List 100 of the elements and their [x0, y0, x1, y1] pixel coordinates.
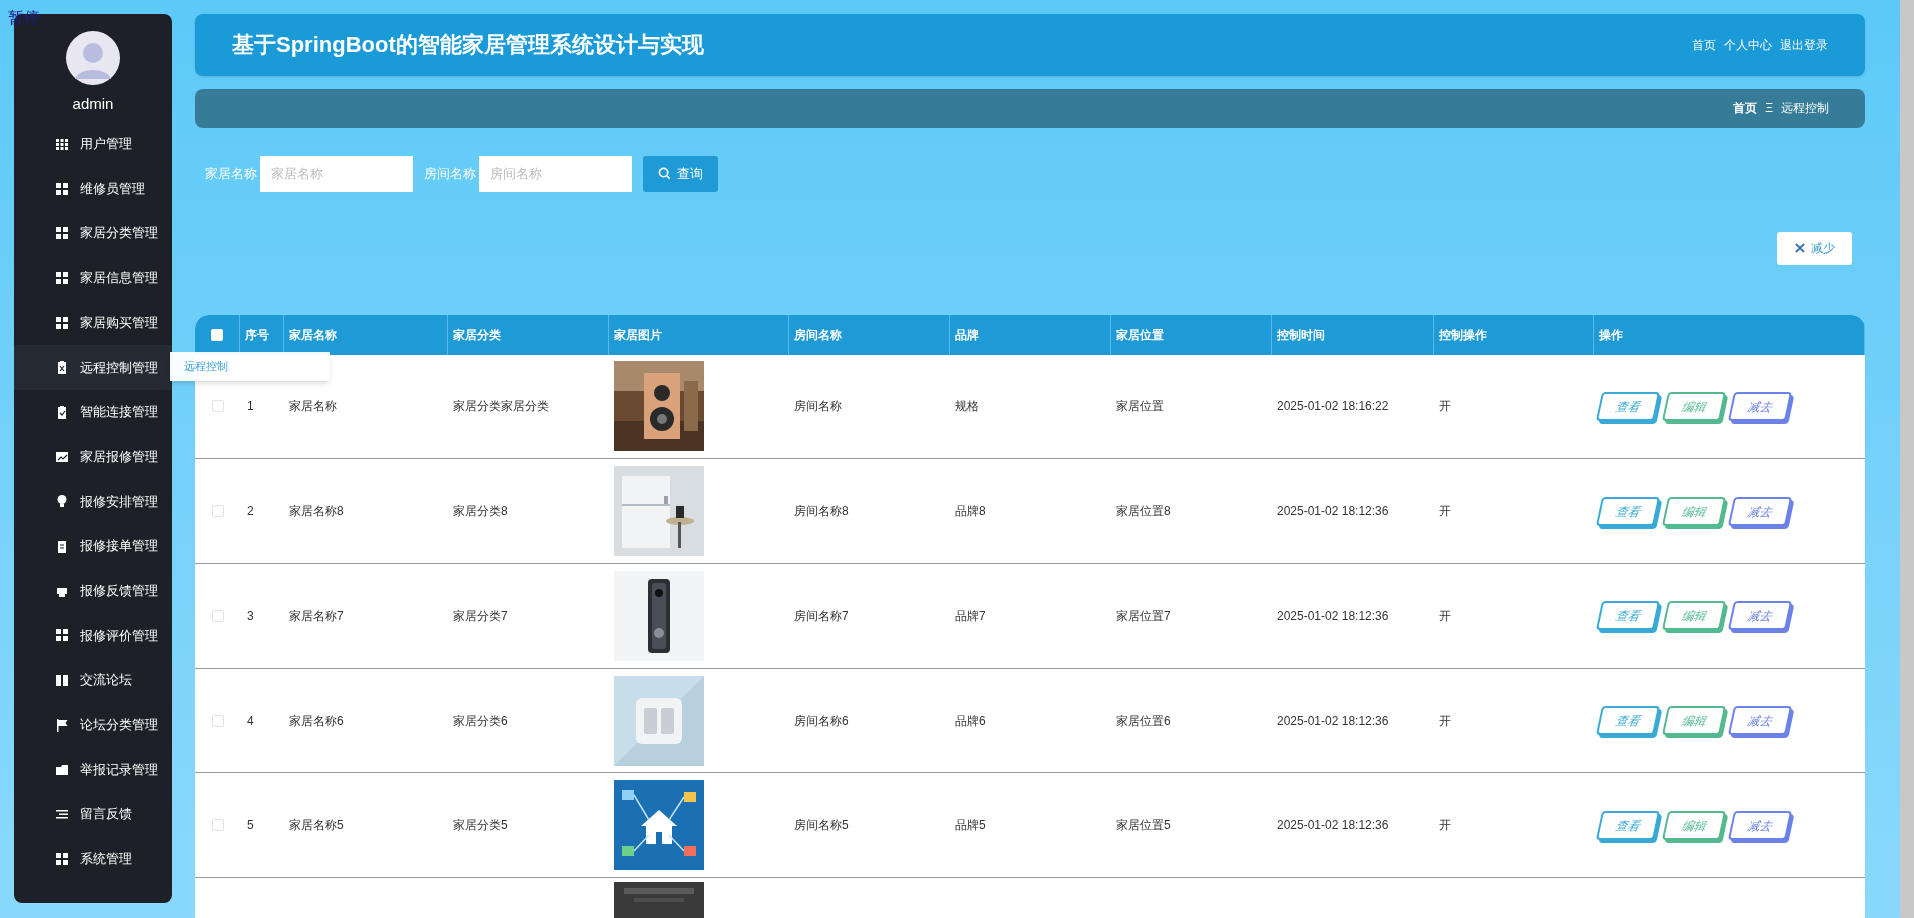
delete-button[interactable]: 减去 — [1727, 810, 1793, 840]
sidebar-item[interactable]: 家居信息管理 — [14, 255, 172, 301]
scrollbar[interactable] — [1900, 0, 1914, 918]
search-field[interactable]: 房间名称 — [479, 155, 632, 192]
sidebar-item-label: 维修员管理 — [80, 179, 145, 198]
checkbox[interactable] — [211, 819, 224, 832]
table-cell-text: 家居分类7 — [453, 607, 508, 625]
grid-icon — [54, 180, 70, 197]
book-icon — [54, 672, 70, 689]
edit-button[interactable]: 编辑 — [1661, 810, 1727, 840]
delete-button[interactable]: 减去 — [1727, 391, 1793, 421]
view-button[interactable]: 查看 — [1595, 601, 1661, 631]
table-cell-text: 品牌8 — [955, 503, 986, 521]
sidebar-item[interactable]: 报修评价管理 — [14, 613, 172, 658]
sidebar-item[interactable]: 报修安排管理 — [14, 479, 172, 524]
table-cell-text: 2025-01-02 18:12:36 — [1277, 712, 1389, 730]
column-header: 家居位置 — [1111, 314, 1272, 355]
table-cell-text: 家居分类家居分类 — [453, 398, 549, 416]
sidebar-item[interactable]: 家居报修管理 — [14, 434, 172, 479]
sidebar-item[interactable]: 留言反馈 — [14, 791, 172, 837]
table-cell-text: 开 — [1439, 503, 1451, 521]
table-cell-text: 2025-01-02 18:12:36 — [1277, 607, 1389, 625]
breadcrumb-separator: Ξ — [1765, 100, 1773, 118]
header-link[interactable]: 退出登录 — [1780, 35, 1828, 54]
table-cell-text: 家居位置7 — [1116, 607, 1171, 625]
app-title: 基于SpringBoot的智能家居管理系统设计与实现 — [232, 31, 704, 60]
header-link[interactable]: 首页 — [1692, 35, 1716, 54]
grid-icon — [54, 269, 70, 286]
table-cell-text: 房间名称 — [794, 398, 842, 416]
table-cell-text: 房间名称7 — [794, 607, 849, 625]
view-button[interactable]: 查看 — [1595, 391, 1661, 421]
header-link[interactable]: 个人中心 — [1724, 35, 1772, 54]
breadcrumb-link[interactable]: 首页 — [1733, 99, 1758, 118]
sidebar-item-label: 举报记录管理 — [80, 760, 158, 779]
row-number: 4 — [246, 712, 254, 730]
column-header: 品牌 — [950, 314, 1111, 355]
sidebar-item[interactable]: 家居分类管理 — [14, 210, 172, 256]
view-button[interactable]: 查看 — [1595, 706, 1661, 736]
sidebar-item-label: 远程控制管理 — [80, 358, 158, 377]
search-button[interactable]: 查询 — [643, 155, 718, 192]
sidebar-item[interactable]: 交流论坛 — [14, 657, 172, 703]
edit-button[interactable]: 编辑 — [1661, 496, 1727, 526]
sidebar-item[interactable]: 报修接单管理 — [14, 523, 172, 569]
table-cell-text: 开 — [1439, 712, 1451, 730]
sidebar-item[interactable]: 系统管理 — [14, 836, 172, 882]
delete-button[interactable]: 减去 — [1727, 496, 1793, 526]
sidebar-item[interactable]: 举报记录管理 — [14, 747, 172, 792]
sidebar-item[interactable]: 论坛分类管理 — [14, 702, 172, 748]
sidebar-item[interactable]: 家居购买管理 — [14, 300, 172, 345]
table-cell-text: 家居分类5 — [453, 817, 508, 835]
view-button[interactable]: 查看 — [1595, 810, 1661, 840]
column-header: 房间名称 — [789, 314, 950, 355]
username: admin — [72, 94, 114, 114]
delete-button[interactable]: 减去 — [1727, 601, 1793, 631]
row-number: 5 — [246, 817, 254, 835]
table-cell-text: 房间名称8 — [794, 503, 849, 521]
edit-button[interactable]: 编辑 — [1661, 706, 1727, 736]
row-number: 3 — [246, 607, 254, 625]
column-header: 家居图片 — [609, 314, 789, 355]
search-field[interactable]: 家居名称 — [260, 155, 413, 192]
sidebar-item[interactable]: 智能连接管理 — [14, 389, 172, 435]
checkbox[interactable] — [211, 400, 224, 413]
sidebar-item-label: 家居信息管理 — [80, 269, 158, 288]
avatar — [66, 31, 120, 85]
sidebar-item-label: 家居购买管理 — [80, 313, 158, 332]
table-cell-text: 家居分类8 — [453, 503, 508, 521]
sidebar-item-label: 报修安排管理 — [80, 492, 158, 511]
table-cell-text: 开 — [1439, 607, 1451, 625]
sidebar-item-label: 留言反馈 — [80, 805, 132, 824]
sidebar-item[interactable]: 用户管理 — [14, 121, 172, 167]
checkbox[interactable] — [211, 609, 224, 622]
flyout-item[interactable]: 远程控制 — [170, 356, 330, 377]
search-icon — [658, 167, 671, 181]
delete-button[interactable]: 减去 — [1727, 706, 1793, 736]
pause-label: 暂停 — [8, 7, 40, 29]
edit-button[interactable]: 编辑 — [1661, 391, 1727, 421]
table-cell-text: 家居名称7 — [289, 607, 344, 625]
sidebar-item[interactable]: 远程控制管理 — [14, 344, 172, 390]
table-cell-text: 品牌6 — [955, 712, 986, 730]
reduce-button[interactable]: 减少 — [1777, 231, 1852, 265]
table-cell-text: 2025-01-02 18:16:22 — [1277, 398, 1389, 416]
table-cell-text: 规格 — [955, 398, 979, 416]
view-button[interactable]: 查看 — [1595, 496, 1661, 526]
edit-button[interactable]: 编辑 — [1661, 601, 1727, 631]
checkbox[interactable] — [211, 714, 224, 727]
sidebar-item[interactable]: 维修员管理 — [14, 166, 172, 211]
sidebar-item-label: 报修反馈管理 — [80, 581, 158, 600]
table-cell-text: 家居名称6 — [289, 712, 344, 730]
table-cell-text: 家居名称5 — [289, 817, 344, 835]
table-cell-text: 2025-01-02 18:12:36 — [1277, 817, 1389, 835]
breadcrumb-current: 远程控制 — [1781, 100, 1829, 118]
checkbox[interactable] — [211, 505, 224, 518]
field-label: 房间名称 — [424, 164, 476, 183]
table-cell-text: 家居位置 — [1116, 398, 1164, 416]
field-label: 家居名称 — [205, 164, 257, 183]
checkbox[interactable] — [211, 328, 223, 341]
table-cell-text: 房间名称6 — [794, 712, 849, 730]
column-header: 操作 — [1594, 314, 1865, 355]
grid-icon — [54, 627, 70, 644]
sidebar-item[interactable]: 报修反馈管理 — [14, 568, 172, 614]
